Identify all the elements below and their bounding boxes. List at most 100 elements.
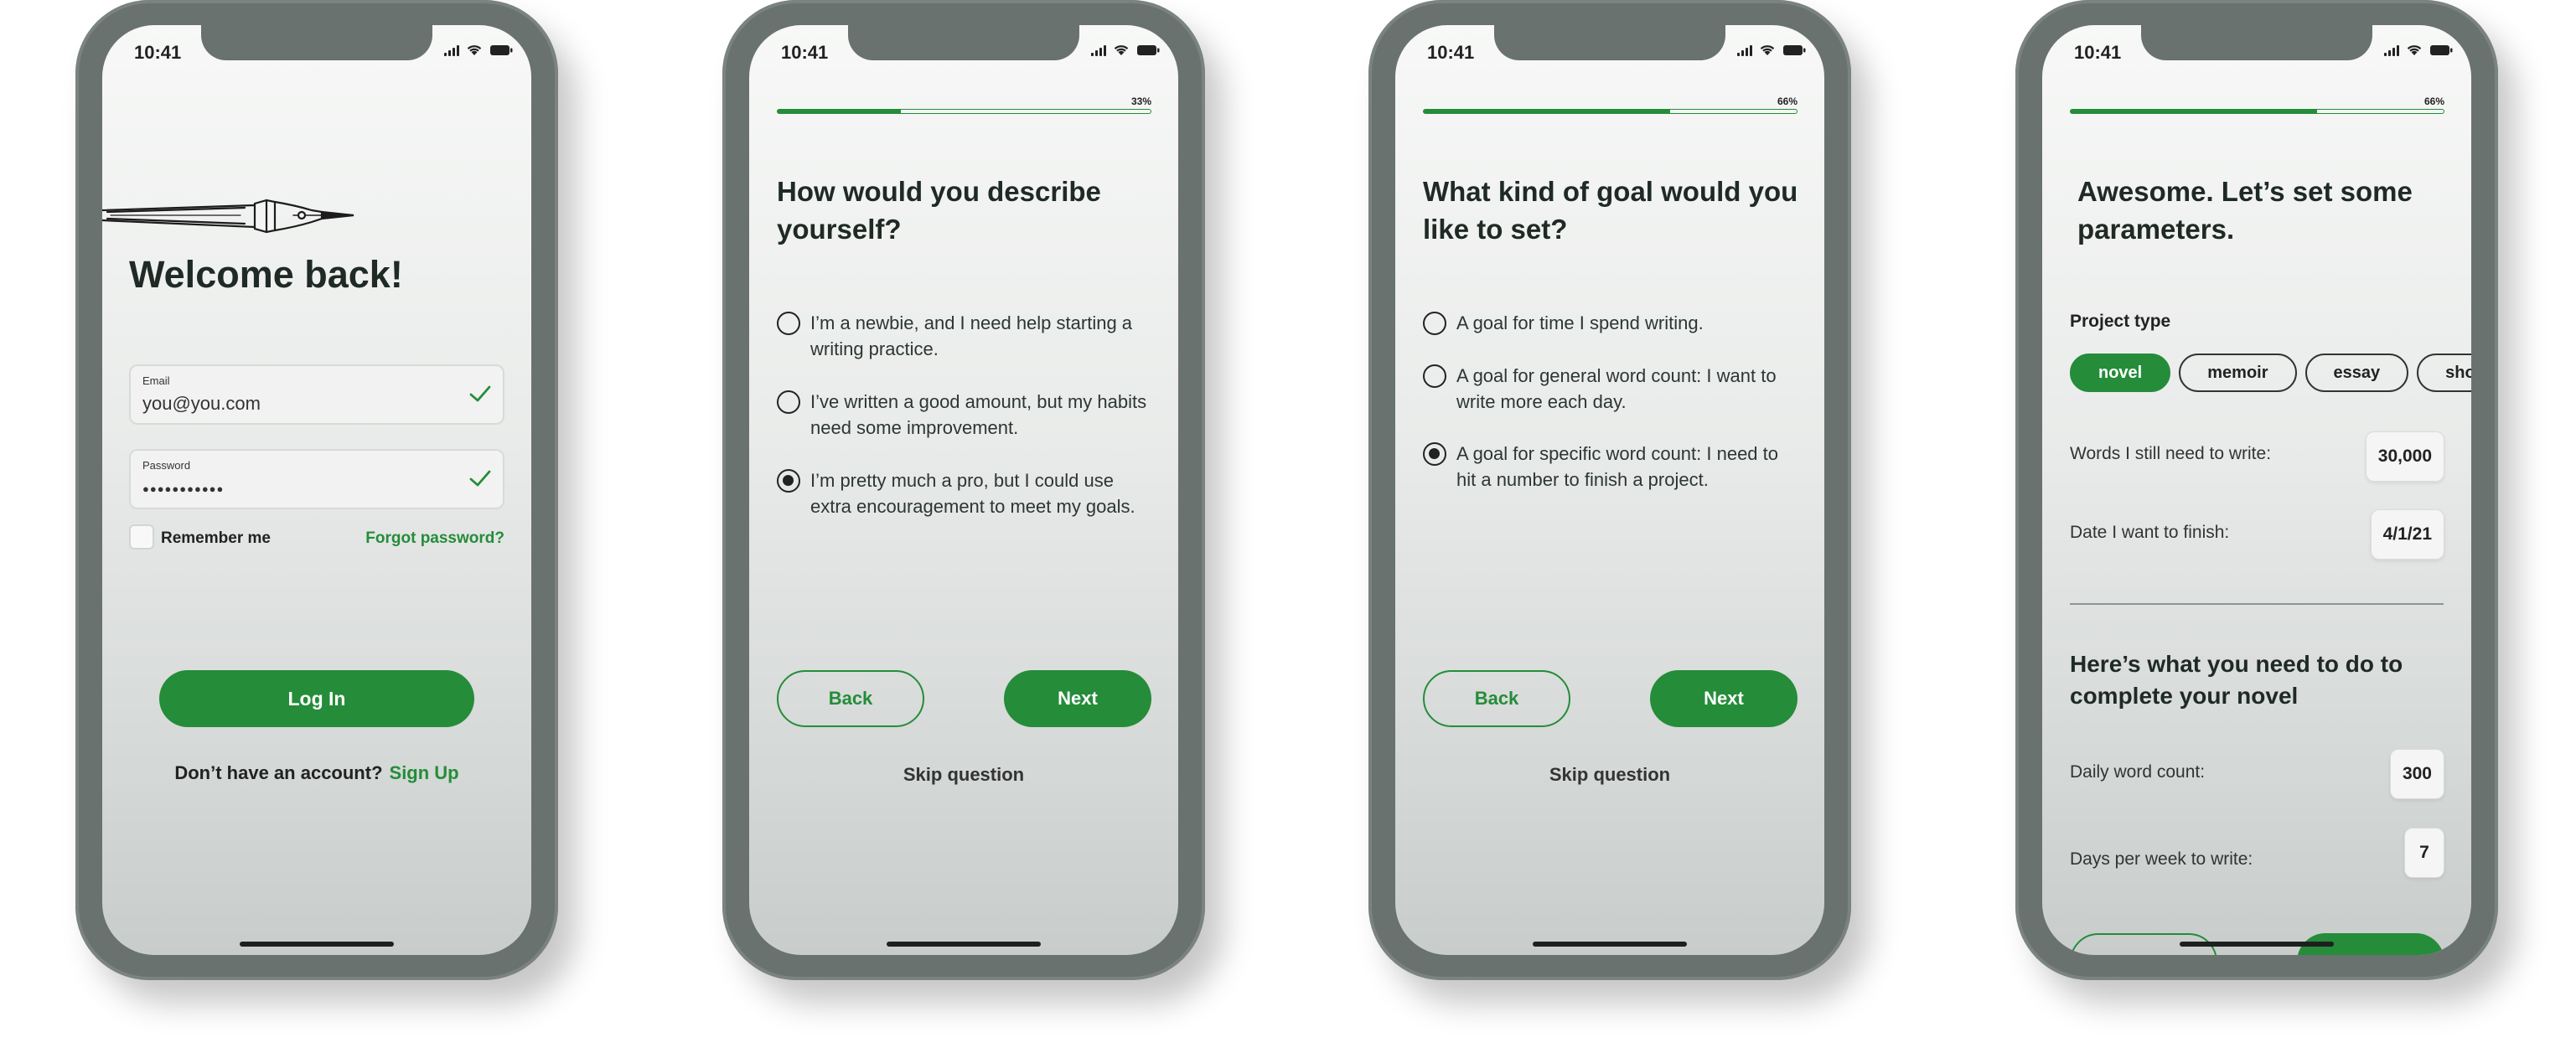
date-input[interactable]: 4/1/21: [2370, 509, 2444, 560]
option-intermediate[interactable]: I’ve written a good amount, but my habit…: [777, 389, 1154, 441]
status-time: 10:41: [1427, 42, 1475, 63]
progress-bar: [2070, 109, 2444, 114]
password-field[interactable]: Password ●●●●●●●●●●●: [129, 449, 504, 509]
parameters-screen: 10:41 66% Awesome. Let’s set some parame…: [2042, 25, 2471, 955]
battery-icon: [2429, 44, 2453, 56]
email-input[interactable]: you@you.com: [142, 393, 261, 415]
words-input[interactable]: 30,000: [2365, 431, 2444, 482]
page-title: Welcome back!: [129, 253, 403, 296]
chip-novel[interactable]: novel: [2070, 354, 2171, 392]
divider: [2070, 603, 2444, 605]
status-icons: [1091, 44, 1160, 56]
chip-memoir[interactable]: memoir: [2179, 354, 2297, 392]
daily-word-count-label: Daily word count:: [2070, 762, 2206, 782]
wifi-icon: [466, 44, 483, 56]
project-type-chips: novel memoir essay sho: [2070, 354, 2471, 392]
back-button[interactable]: Back: [777, 670, 924, 727]
question-2-screen: 10:41 66% What kind of goal would you li…: [1395, 25, 1824, 955]
login-button[interactable]: Log In: [159, 670, 474, 727]
back-button[interactable]: Back: [1423, 670, 1570, 727]
option-pro[interactable]: I’m pretty much a pro, but I could use e…: [777, 467, 1154, 519]
wifi-icon: [1113, 44, 1130, 56]
plan-title: Here’s what you need to do to complete y…: [2070, 651, 2403, 709]
progress-bar: [1423, 109, 1798, 114]
email-label: Email: [142, 374, 170, 387]
skip-question-link[interactable]: Skip question: [749, 764, 1178, 786]
radio-button[interactable]: [1423, 312, 1446, 335]
next-button[interactable]: Next: [1004, 670, 1151, 727]
status-time: 10:41: [134, 42, 182, 63]
phone-login: 10:41 Welcome back! Email you@you.com Pa…: [75, 0, 558, 980]
status-icons: [444, 44, 513, 56]
notch: [1494, 25, 1725, 60]
signup-row: Don’t have an account? Sign Up: [102, 762, 531, 784]
remember-me-checkbox[interactable]: [129, 524, 154, 550]
notch: [201, 25, 432, 60]
question-title: How would you describe yourself?: [777, 176, 1101, 245]
radio-button[interactable]: [777, 390, 800, 414]
question-title: What kind of goal would you like to set?: [1423, 176, 1798, 245]
status-icons: [1737, 44, 1806, 56]
progress-label: 66%: [1777, 95, 1798, 107]
login-screen: 10:41 Welcome back! Email you@you.com Pa…: [102, 25, 531, 955]
forgot-password-link[interactable]: Forgot password?: [365, 529, 504, 548]
password-valid-check-icon: [469, 469, 491, 492]
option-label: I’m pretty much a pro, but I could use e…: [810, 470, 1135, 517]
home-indicator: [887, 942, 1041, 947]
progress-fill: [1424, 110, 1670, 113]
battery-icon: [1782, 44, 1806, 56]
phone-question-1: 10:41 33% How would you describe yoursel…: [722, 0, 1205, 980]
status-time: 10:41: [2074, 42, 2122, 63]
battery-icon: [489, 44, 513, 56]
option-label: A goal for time I spend writing.: [1456, 312, 1704, 333]
signal-icon: [1091, 44, 1106, 56]
words-label: Words I still need to write:: [2070, 444, 2272, 463]
email-valid-check-icon: [469, 385, 491, 407]
option-general-word-count[interactable]: A goal for general word count: I want to…: [1423, 363, 1800, 415]
progress-fill: [778, 110, 901, 113]
daily-word-count-value[interactable]: 300: [2389, 749, 2444, 799]
progress-bar: [777, 109, 1151, 114]
notch: [2141, 25, 2372, 60]
next-button[interactable]: Next: [1650, 670, 1798, 727]
password-input[interactable]: ●●●●●●●●●●●: [142, 483, 224, 495]
radio-button[interactable]: [777, 469, 800, 493]
option-label: A goal for specific word count: I need t…: [1456, 443, 1779, 490]
radio-button[interactable]: [1423, 364, 1446, 388]
status-time: 10:41: [781, 42, 829, 63]
signal-icon: [1737, 44, 1752, 56]
no-account-text: Don’t have an account?: [174, 762, 383, 783]
signal-icon: [444, 44, 459, 56]
days-per-week-label: Days per week to write:: [2070, 849, 2253, 869]
option-time-goal[interactable]: A goal for time I spend writing.: [1423, 310, 1800, 336]
chip-short[interactable]: sho: [2417, 354, 2471, 392]
option-label: A goal for general word count: I want to…: [1456, 365, 1777, 412]
page-title: Awesome. Let’s set some parameters.: [2077, 176, 2413, 245]
radio-button[interactable]: [1423, 442, 1446, 466]
password-label: Password: [142, 459, 191, 472]
chip-essay[interactable]: essay: [2304, 354, 2409, 392]
email-field[interactable]: Email you@you.com: [129, 364, 504, 425]
progress-label: 66%: [2423, 95, 2444, 107]
home-indicator: [1533, 942, 1687, 947]
progress-label: 33%: [1130, 95, 1151, 107]
progress-fill: [2071, 110, 2317, 113]
fountain-pen-illustration: [102, 199, 354, 234]
option-label: I’m a newbie, and I need help starting a…: [810, 312, 1133, 359]
option-newbie[interactable]: I’m a newbie, and I need help starting a…: [777, 310, 1154, 362]
skip-question-link[interactable]: Skip question: [1395, 764, 1824, 786]
wifi-icon: [2406, 44, 2423, 56]
phone-parameters: 10:41 66% Awesome. Let’s set some parame…: [2015, 0, 2498, 980]
project-type-label: Project type: [2070, 312, 2171, 331]
days-per-week-value[interactable]: 7: [2404, 828, 2444, 878]
signup-link[interactable]: Sign Up: [390, 762, 459, 783]
phone-question-2: 10:41 66% What kind of goal would you li…: [1368, 0, 1851, 980]
date-label: Date I want to finish:: [2070, 523, 2230, 542]
question-1-screen: 10:41 33% How would you describe yoursel…: [749, 25, 1178, 955]
radio-button[interactable]: [777, 312, 800, 335]
home-indicator: [240, 942, 394, 947]
home-indicator: [2180, 942, 2334, 947]
option-specific-word-count[interactable]: A goal for specific word count: I need t…: [1423, 441, 1800, 493]
notch: [848, 25, 1079, 60]
wifi-icon: [1759, 44, 1776, 56]
